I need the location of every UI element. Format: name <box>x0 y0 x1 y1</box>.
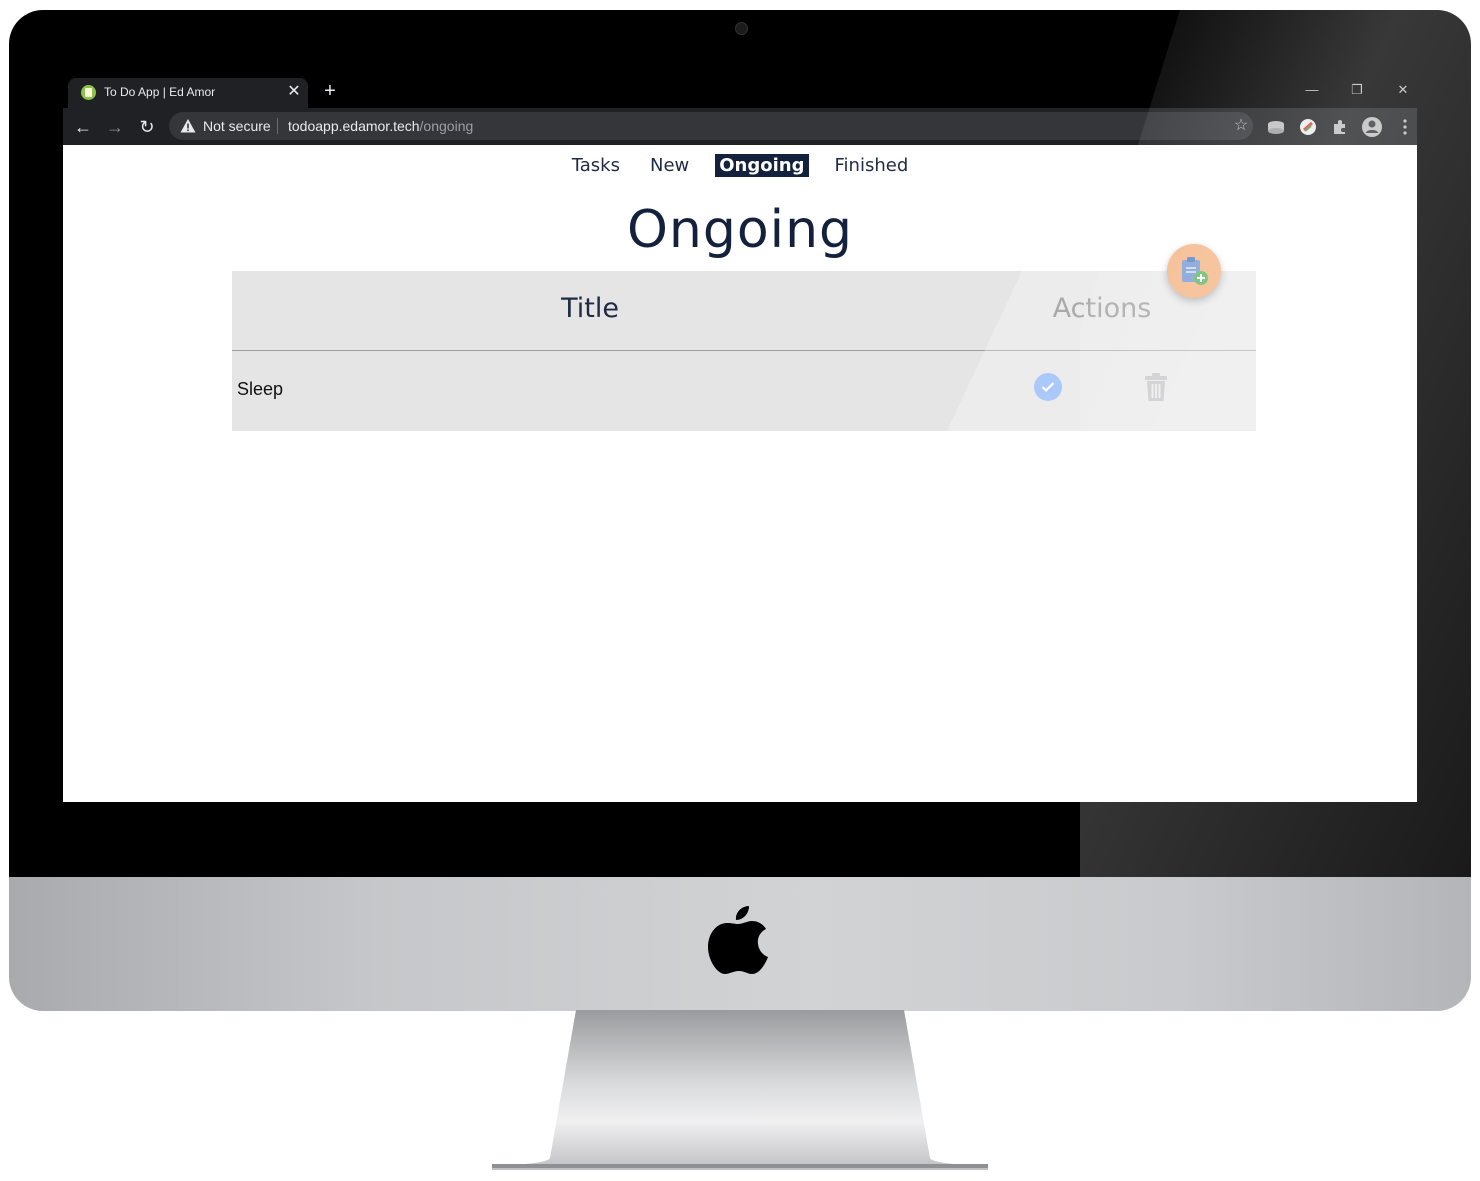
nav-new[interactable]: New <box>646 154 693 177</box>
omnibox-divider <box>277 118 278 134</box>
tasks-table: Title Actions Sleep <box>232 271 1256 431</box>
forward-button[interactable]: → <box>103 115 127 139</box>
nav-finished[interactable]: Finished <box>831 154 913 177</box>
minimize-button[interactable]: — <box>1297 80 1327 102</box>
main-nav: Tasks New Ongoing Finished <box>63 154 1417 177</box>
star-icon[interactable]: ☆ <box>1231 116 1251 136</box>
browser-tab[interactable]: To Do App | Ed Amor ✕ <box>68 78 308 108</box>
task-title: Sleep <box>237 379 284 399</box>
nav-ongoing[interactable]: Ongoing <box>715 154 809 177</box>
restore-button[interactable]: ❐ <box>1342 80 1372 102</box>
security-label[interactable]: Not secure <box>203 118 271 134</box>
menu-icon[interactable] <box>1393 115 1417 139</box>
close-window-button[interactable]: ✕ <box>1388 80 1417 102</box>
new-tab-button[interactable]: + <box>319 80 341 102</box>
apple-logo-icon <box>708 906 768 974</box>
add-task-button[interactable] <box>1167 244 1221 298</box>
browser-window: To Do App | Ed Amor ✕ + — ❐ ✕ ← → ↻ Not … <box>63 76 1417 802</box>
nav-tasks[interactable]: Tasks <box>568 154 624 177</box>
tab-close-icon[interactable]: ✕ <box>284 82 304 102</box>
address-bar[interactable]: Not secure todoapp.edamor.tech/ongoing ☆ <box>169 112 1253 140</box>
extension-icon[interactable] <box>1296 115 1320 139</box>
url-text[interactable]: todoapp.edamor.tech/ongoing <box>288 118 473 134</box>
profile-icon[interactable] <box>1360 115 1384 139</box>
webcam <box>735 22 748 35</box>
page-content: Tasks New Ongoing Finished Ongoing Title Ac… <box>63 145 1417 802</box>
tab-title: To Do App | Ed Amor <box>104 85 216 99</box>
extension-icon[interactable] <box>1328 115 1352 139</box>
url-path: /ongoing <box>419 118 474 134</box>
warning-icon <box>180 119 196 133</box>
column-header-title: Title <box>561 293 619 324</box>
favicon-icon <box>81 85 96 100</box>
add-clipboard-icon <box>1182 257 1208 285</box>
extension-icon[interactable] <box>1264 115 1288 139</box>
tab-strip: To Do App | Ed Amor ✕ + — ❐ ✕ <box>63 76 1417 108</box>
monitor-stand <box>492 1010 988 1170</box>
page-title: Ongoing <box>626 200 854 260</box>
back-button[interactable]: ← <box>71 115 95 139</box>
reload-button[interactable]: ↻ <box>135 115 159 139</box>
browser-toolbar: ← → ↻ Not secure todoapp.edamor.tech/ong… <box>63 108 1417 145</box>
url-host: todoapp.edamor.tech <box>288 118 420 134</box>
